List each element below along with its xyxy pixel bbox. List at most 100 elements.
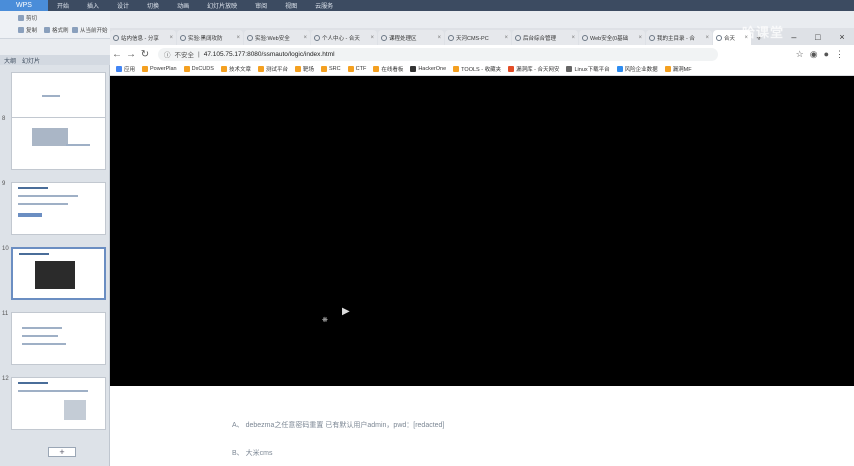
folder-icon	[220, 66, 227, 72]
close-icon[interactable]: ×	[370, 35, 374, 41]
menu-slideshow[interactable]: 幻灯片放映	[198, 1, 246, 10]
tab-outline[interactable]: 大纲	[4, 56, 16, 65]
shield-icon	[381, 34, 387, 41]
close-icon[interactable]: ×	[638, 35, 642, 41]
cut-button[interactable]: 剪切	[18, 14, 37, 22]
site-icon	[616, 66, 623, 72]
bookmark-item[interactable]: DxCUDS	[183, 66, 214, 72]
close-icon[interactable]: ×	[169, 35, 173, 41]
folder-icon	[453, 66, 460, 72]
close-icon[interactable]: ×	[236, 35, 240, 41]
browser-tab[interactable]: 个人中心 - 合天 ×	[311, 30, 377, 45]
bookmark-item[interactable]: CTF	[347, 66, 366, 72]
play-icon	[72, 27, 78, 33]
shield-icon	[649, 34, 655, 41]
copy-icon	[18, 27, 24, 33]
folder-icon	[664, 66, 671, 72]
browser-tab[interactable]: 天河CMS-PC ×	[445, 30, 511, 45]
browser-tab[interactable]: 课程处理区 ×	[378, 30, 444, 45]
folder-icon	[294, 66, 301, 72]
menu-transition[interactable]: 切换	[138, 1, 168, 10]
maximize-button[interactable]: □	[815, 32, 820, 42]
shield-icon	[515, 34, 521, 41]
menu-home[interactable]: 开始	[48, 1, 78, 10]
url-field[interactable]: ⓘ 不安全 | 47.105.75.177:8080/ssmauto/logic…	[158, 47, 718, 61]
shield-icon	[582, 34, 588, 41]
browser-tab[interactable]: Web安全(0基础 ×	[579, 30, 645, 45]
browser-tab[interactable]: 实验:黑阔攻防 ×	[177, 30, 243, 45]
browser-tab[interactable]: 站内信息 - 分享 ×	[110, 30, 176, 45]
slide-body	[110, 386, 854, 466]
star-icon[interactable]: ☆	[796, 49, 804, 60]
toolbar-icons: ☆ ◉ ● ⋮	[796, 49, 854, 60]
menu-view[interactable]: 视图	[276, 1, 306, 10]
bookmark-item[interactable]: 靶场	[294, 65, 314, 73]
bookmark-item[interactable]: 风险企业数据	[616, 65, 658, 73]
shield-icon	[716, 34, 722, 41]
bookmark-item[interactable]: Linux下载平台	[566, 65, 610, 73]
info-icon: ⓘ	[164, 52, 171, 59]
slide-thumbnail[interactable]	[11, 117, 106, 170]
bookmark-item[interactable]: 技术文章	[220, 65, 251, 73]
bookmark-item[interactable]: 漏洞MF	[664, 65, 692, 73]
more-menu-icon[interactable]: ⋮	[835, 49, 844, 60]
tab-slides[interactable]: 幻灯片	[22, 56, 40, 65]
close-icon[interactable]: ×	[437, 35, 441, 41]
menu-review[interactable]: 审阅	[246, 1, 276, 10]
shield-icon	[314, 34, 320, 41]
menu-design[interactable]: 设计	[108, 1, 138, 10]
slide-thumbnail[interactable]	[11, 377, 106, 430]
shield-icon	[180, 34, 186, 41]
close-icon[interactable]: ×	[504, 35, 508, 41]
browser-tab[interactable]: 后台综合管理 ×	[512, 30, 578, 45]
bookmark-item[interactable]: 在线看板	[373, 65, 403, 73]
bookmark-item[interactable]: 应用	[116, 65, 135, 73]
bookmark-item[interactable]: SRC	[320, 66, 341, 72]
folder-icon	[373, 66, 380, 72]
security-label: 不安全	[174, 52, 195, 59]
window-controls: – □ ×	[782, 28, 854, 45]
site-icon	[508, 66, 515, 72]
slide-thumbnail[interactable]	[11, 182, 106, 235]
bookmark-item[interactable]: 漏洞库 - 合天网安	[508, 65, 559, 73]
slide-number: 12	[2, 376, 9, 382]
close-icon[interactable]: ×	[571, 35, 575, 41]
folder-icon	[347, 66, 354, 72]
watermark-logo: 哈课堂	[742, 25, 785, 40]
forward-arrow-icon[interactable]: →	[124, 49, 138, 60]
mouse-cursor-icon: ▶	[342, 306, 350, 317]
browser-tab[interactable]: 实验:Web安全 ×	[244, 30, 310, 45]
slide-thumbnail[interactable]	[11, 312, 106, 365]
app-menu-bar: WPS 开始 插入 设计 切换 动画 幻灯片放映 审阅 视图 云服务	[0, 0, 854, 11]
folder-icon	[142, 66, 149, 72]
shield-icon	[448, 34, 454, 41]
add-slide-button[interactable]: +	[48, 447, 76, 457]
reload-icon[interactable]: ↻	[138, 49, 152, 60]
page-viewport[interactable]	[110, 76, 854, 386]
menu-animation[interactable]: 动画	[168, 1, 198, 10]
extension-icon[interactable]: ◉	[810, 49, 818, 60]
close-icon[interactable]: ×	[705, 35, 709, 41]
menu-cloud[interactable]: 云服务	[306, 1, 342, 10]
browser-tab[interactable]: 我的主目录 - 合 ×	[646, 30, 712, 45]
option-a-text: A、 debezma之任意密码重置 已有默认用户admin，pwd：[redac…	[232, 422, 445, 429]
close-icon[interactable]: ×	[303, 35, 307, 41]
app-menu-button[interactable]: WPS	[0, 0, 48, 11]
bookmark-item[interactable]: TOOLS - 收藏夹	[453, 65, 501, 73]
minimize-button[interactable]: –	[791, 32, 796, 42]
back-arrow-icon[interactable]: ←	[110, 49, 124, 60]
bookmark-item[interactable]: HackerOne	[410, 66, 446, 72]
menu-insert[interactable]: 插入	[78, 1, 108, 10]
bookmark-item[interactable]: 测试平台	[257, 65, 288, 73]
profile-icon[interactable]: ●	[824, 49, 829, 60]
slide-thumbnail-selected[interactable]	[11, 247, 106, 300]
format-painter-button[interactable]: 格式刷	[44, 26, 69, 34]
scissors-icon	[18, 15, 24, 21]
shield-icon	[113, 34, 119, 41]
close-window-button[interactable]: ×	[839, 32, 844, 42]
bookmark-item[interactable]: PowerPlan	[142, 66, 177, 72]
copy-button[interactable]: 复制	[18, 26, 37, 34]
brush-icon	[44, 27, 50, 33]
play-from-current-button[interactable]: 从当前开始	[72, 26, 108, 34]
bookmarks-bar: 应用 PowerPlan DxCUDS 技术文章 测试平台 靶场 SRC CTF…	[110, 63, 854, 76]
